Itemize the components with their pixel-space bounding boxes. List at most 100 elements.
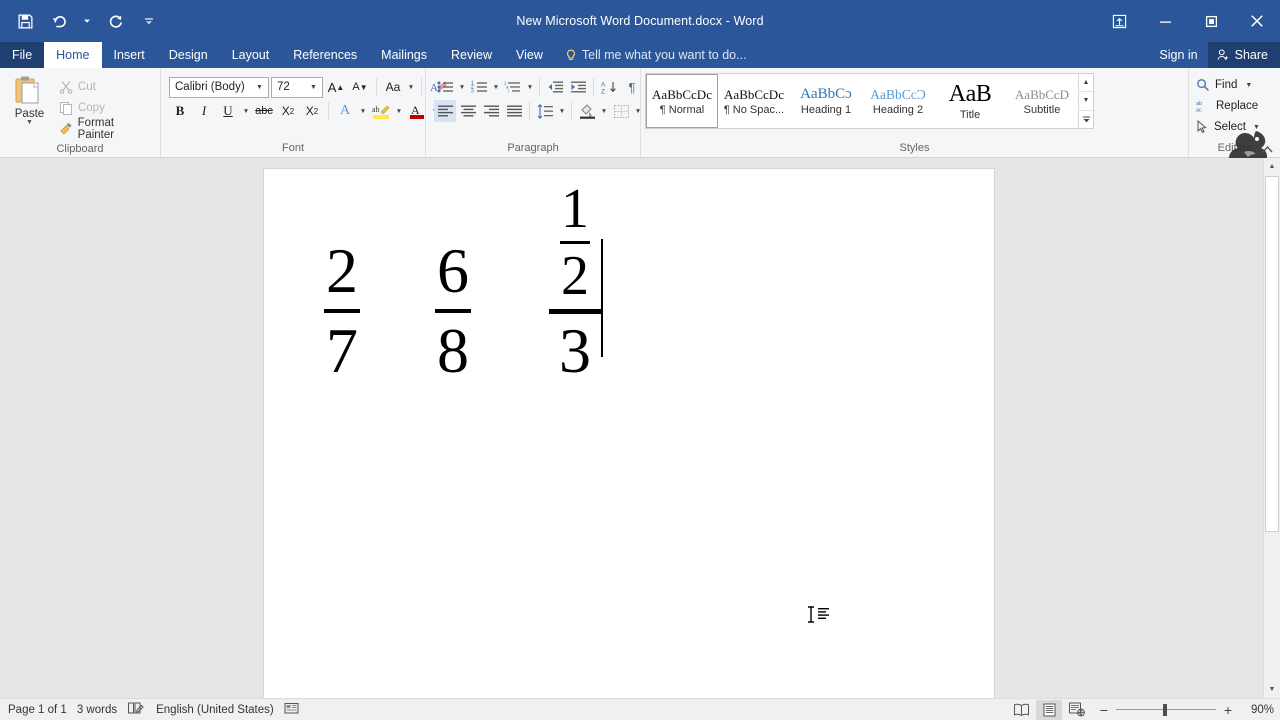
multilevel-list-button[interactable]: 1 a i	[502, 76, 524, 98]
shading-dropdown-icon[interactable]: ▼	[599, 108, 609, 115]
style-subtitle[interactable]: AaBbCcD Subtitle	[1006, 74, 1078, 128]
numbering-button[interactable]: 1 2 3	[468, 76, 490, 98]
view-read-mode-button[interactable]	[1008, 700, 1034, 720]
tab-home[interactable]: Home	[44, 42, 102, 68]
tab-mailings[interactable]: Mailings	[369, 42, 439, 68]
macro-recording-button[interactable]	[284, 701, 309, 718]
tell-me-search[interactable]: Tell me what you want to do...	[555, 42, 757, 68]
redo-button[interactable]	[98, 6, 132, 36]
vertical-scrollbar[interactable]: ▲ ▼	[1263, 158, 1280, 698]
zoom-in-button[interactable]: +	[1222, 702, 1234, 718]
tab-view[interactable]: View	[504, 42, 555, 68]
tab-insert[interactable]: Insert	[102, 42, 157, 68]
styles-more-button[interactable]	[1079, 109, 1093, 128]
style-no-spacing[interactable]: AaBbCcDc ¶ No Spac...	[718, 74, 790, 128]
change-case-dropdown-icon[interactable]: ▼	[406, 84, 416, 91]
share-button[interactable]: Share	[1207, 42, 1280, 68]
paste-button[interactable]: Paste ▼	[4, 73, 55, 126]
increase-indent-button[interactable]	[567, 76, 589, 98]
find-button[interactable]: Find ▼	[1193, 75, 1263, 95]
font-size-dropdown-icon[interactable]: ▼	[307, 84, 320, 91]
quick-access-toolbar	[0, 6, 166, 36]
tab-references[interactable]: References	[281, 42, 369, 68]
view-web-layout-button[interactable]	[1064, 700, 1090, 720]
decrease-indent-button[interactable]	[544, 76, 566, 98]
tab-review[interactable]: Review	[439, 42, 504, 68]
borders-button[interactable]	[610, 100, 632, 122]
paste-dropdown-arrow[interactable]: ▼	[26, 119, 33, 126]
styles-scroll-down-button[interactable]: ▼	[1079, 91, 1093, 109]
document-canvas[interactable]: 2 7 6 8 1 2 3	[0, 158, 1280, 698]
proofing-status[interactable]	[127, 701, 156, 718]
justify-button[interactable]	[503, 100, 525, 122]
grow-font-button[interactable]: A ▲	[325, 76, 347, 98]
zoom-out-button[interactable]: −	[1098, 702, 1110, 718]
zoom-track[interactable]	[1116, 703, 1216, 716]
zoom-percentage[interactable]: 90%	[1240, 704, 1274, 716]
highlight-button[interactable]: ab	[370, 100, 392, 122]
close-icon	[1251, 15, 1263, 27]
word-count[interactable]: 3 words	[77, 704, 127, 716]
style-heading-1[interactable]: AaBbCɔ Heading 1	[790, 74, 862, 128]
styles-gallery-nav: ▲ ▼	[1078, 74, 1093, 128]
undo-button[interactable]	[42, 6, 76, 36]
save-button[interactable]	[8, 6, 42, 36]
line-spacing-dropdown-icon[interactable]: ▼	[557, 108, 567, 115]
text-effects-dropdown-icon[interactable]: ▼	[358, 108, 368, 115]
shrink-font-button[interactable]: A ▼	[349, 76, 371, 98]
replace-button[interactable]: ab ac Replace	[1193, 96, 1263, 116]
tab-layout[interactable]: Layout	[220, 42, 282, 68]
sort-button[interactable]: A Z	[598, 76, 620, 98]
align-center-button[interactable]	[457, 100, 479, 122]
style-heading-2[interactable]: AaBbCcƆ Heading 2	[862, 74, 934, 128]
scrollbar-thumb[interactable]	[1265, 176, 1279, 532]
align-right-button[interactable]	[480, 100, 502, 122]
tab-file[interactable]: File	[0, 42, 45, 68]
restore-button[interactable]	[1188, 0, 1234, 42]
styles-scroll-up-button[interactable]: ▲	[1079, 74, 1093, 91]
line-spacing-button[interactable]	[534, 100, 556, 122]
style-normal[interactable]: AaBbCcDc ¶ Normal	[646, 74, 718, 128]
language-status[interactable]: English (United States)	[156, 704, 284, 716]
strikethrough-button[interactable]: abc	[253, 100, 275, 122]
style-title[interactable]: AaB Title	[934, 74, 1006, 128]
bullets-dropdown-icon[interactable]: ▼	[457, 84, 467, 91]
close-button[interactable]	[1234, 0, 1280, 42]
superscript-button[interactable]: X2	[301, 100, 323, 122]
numbering-dropdown-icon[interactable]: ▼	[491, 84, 501, 91]
change-case-button[interactable]: Aa	[382, 76, 404, 98]
cut-button[interactable]: Cut	[55, 77, 156, 96]
collapse-ribbon-button[interactable]	[1261, 144, 1274, 155]
underline-button[interactable]: U	[217, 100, 239, 122]
sign-in-button[interactable]: Sign in	[1149, 42, 1207, 68]
view-print-layout-button[interactable]	[1036, 699, 1062, 720]
undo-dropdown[interactable]	[76, 6, 98, 36]
align-left-button[interactable]	[434, 100, 456, 122]
zoom-slider-knob[interactable]	[1163, 703, 1167, 716]
multilevel-dropdown-icon[interactable]: ▼	[525, 84, 535, 91]
copy-button[interactable]: Copy	[55, 98, 156, 117]
subscript-button[interactable]: X2	[277, 100, 299, 122]
page-count[interactable]: Page 1 of 1	[8, 704, 77, 716]
find-dropdown-icon[interactable]: ▼	[1245, 82, 1252, 89]
document-page[interactable]: 2 7 6 8 1 2 3	[264, 169, 994, 698]
ribbon-display-options-button[interactable]	[1096, 0, 1142, 42]
zoom-slider[interactable]: − + 90%	[1098, 702, 1274, 718]
minimize-button[interactable]	[1142, 0, 1188, 42]
customize-quick-access-toolbar-button[interactable]	[132, 6, 166, 36]
font-name-dropdown-icon[interactable]: ▼	[253, 84, 266, 91]
font-name-combo[interactable]: Calibri (Body) ▼	[169, 76, 269, 98]
bold-button[interactable]: B	[169, 100, 191, 122]
tab-design[interactable]: Design	[157, 42, 220, 68]
font-size-combo[interactable]: 72 ▼	[271, 76, 323, 98]
text-effects-button[interactable]: A	[334, 100, 356, 122]
highlight-dropdown-icon[interactable]: ▼	[394, 108, 404, 115]
italic-button[interactable]: I	[193, 100, 215, 122]
bullets-button[interactable]	[434, 76, 456, 98]
paragraph-group-label: Paragraph	[507, 142, 559, 154]
format-painter-button[interactable]: Format Painter	[55, 117, 156, 141]
scroll-down-button[interactable]: ▼	[1264, 681, 1280, 698]
underline-dropdown-icon[interactable]: ▼	[241, 108, 251, 115]
shading-button[interactable]	[576, 100, 598, 122]
scroll-up-button[interactable]: ▲	[1264, 158, 1280, 175]
